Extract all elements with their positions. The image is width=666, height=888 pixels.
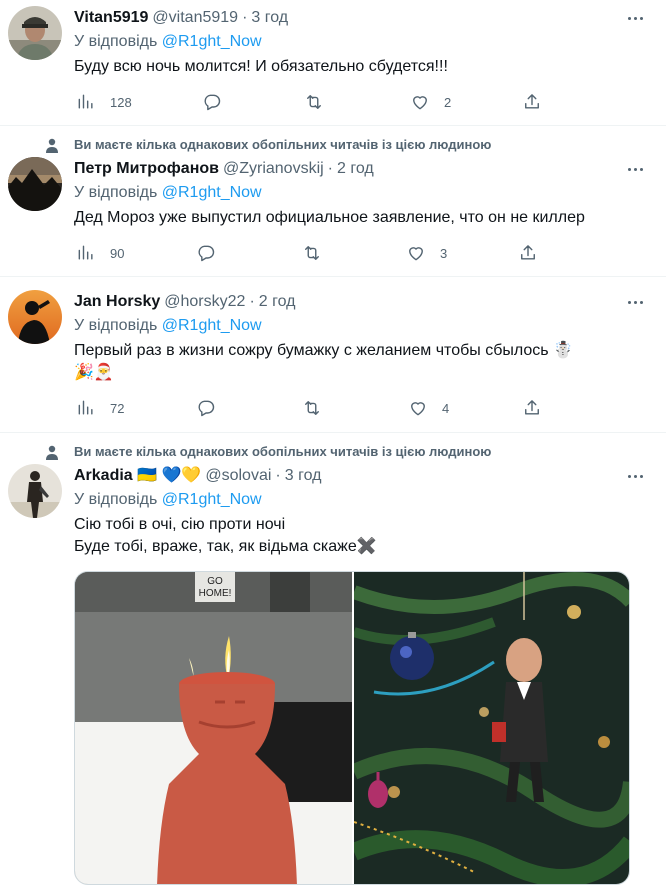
separator-dot: · — [275, 467, 281, 484]
likes-count: 4 — [442, 400, 450, 416]
reply-context: У відповідь @R1ght_Now — [74, 183, 646, 203]
display-name[interactable]: Jan Horsky — [74, 292, 160, 312]
retweet-icon — [305, 246, 319, 260]
retweet-icon — [305, 401, 319, 415]
retweet-icon — [307, 95, 321, 109]
share-button[interactable] — [522, 92, 542, 112]
tweet-actions: 72 4 — [74, 398, 554, 418]
tweet-text: Буду всю ночь молится! И обязательно сбу… — [74, 58, 448, 75]
share-upload-icon — [525, 400, 539, 415]
bar-chart-icon — [78, 400, 93, 415]
tweet-text-line: 🎉🎅 — [74, 364, 114, 381]
media-image-ornament[interactable] — [350, 572, 629, 884]
tweet-solovai[interactable]: Ви маєте кілька однакових обопільних чит… — [0, 434, 666, 888]
reply-button[interactable] — [202, 92, 222, 112]
heart-icon — [413, 96, 427, 110]
retweet-button[interactable] — [304, 92, 324, 112]
timestamp[interactable]: 3 год — [285, 466, 322, 486]
avatar[interactable] — [8, 6, 62, 60]
tweet-text: Дед Мороз уже выпустил официальное заявл… — [74, 209, 585, 226]
reply-bubble-icon — [198, 400, 215, 417]
reply-prefix: У відповідь — [74, 184, 158, 201]
tweet-text-line: Первый раз в жизни сожру бумажку с желан… — [74, 342, 573, 359]
more-dots-icon[interactable] — [624, 466, 646, 486]
likes-count: 2 — [444, 94, 452, 110]
reply-button[interactable] — [196, 398, 216, 418]
user-handle[interactable]: @Zyrianovskij — [223, 159, 324, 179]
reply-prefix: У відповідь — [74, 33, 158, 50]
reply-prefix: У відповідь — [74, 491, 158, 508]
reply-mention-link[interactable]: @R1ght_Now — [162, 33, 262, 50]
tweet-text: Сію тобі в очі, сію проти ночі Буде тобі… — [74, 514, 646, 558]
views-count: 128 — [110, 94, 132, 110]
separator-dot: · — [242, 9, 248, 26]
timestamp[interactable]: 3 год — [251, 8, 288, 28]
retweet-button[interactable] — [302, 398, 322, 418]
tweet-actions: 90 3 — [74, 243, 554, 263]
tweet-text-line: Сію тобі в очі, сію проти ночі — [74, 516, 286, 533]
tweet-actions: 128 2 — [74, 92, 554, 112]
tweet-zyrianovskij[interactable]: Ви маєте кілька однакових обопільних чит… — [0, 127, 666, 277]
views-button[interactable]: 72 — [76, 398, 124, 418]
person-icon — [46, 445, 58, 460]
tweet-text-line: Буде тобі, враже, так, як відьма скаже✖️ — [74, 538, 377, 555]
media-image-candle[interactable]: GO HOME! — [75, 572, 352, 884]
bar-chart-icon — [78, 94, 93, 109]
social-context: Ви маєте кілька однакових обопільних чит… — [0, 135, 666, 155]
tweet-text: Первый раз в жизни сожру бумажку с желан… — [74, 340, 646, 384]
reply-mention-link[interactable]: @R1ght_Now — [162, 317, 262, 334]
bar-chart-icon — [78, 245, 93, 260]
reply-context: У відповідь @R1ght_Now — [74, 32, 646, 52]
share-upload-icon — [525, 94, 539, 109]
share-button[interactable] — [518, 243, 538, 263]
timestamp[interactable]: 2 год — [259, 292, 296, 312]
media-grid: GO HOME! — [74, 571, 630, 885]
user-handle[interactable]: @horsky22 — [164, 292, 245, 312]
user-handle[interactable]: @solovai — [205, 466, 271, 486]
reply-mention-link[interactable]: @R1ght_Now — [162, 491, 262, 508]
more-dots-icon[interactable] — [624, 159, 646, 179]
share-upload-icon — [521, 245, 535, 260]
views-count: 90 — [110, 245, 125, 261]
like-button[interactable]: 3 — [406, 243, 447, 263]
views-button[interactable]: 90 — [76, 243, 124, 263]
display-name[interactable]: Arkadia 🇺🇦 💙💛 — [74, 466, 201, 486]
social-context-text: Ви маєте кілька однакових обопільних чит… — [74, 444, 492, 459]
reply-button[interactable] — [196, 243, 216, 263]
separator-dot: · — [327, 160, 333, 177]
views-count: 72 — [110, 400, 125, 416]
like-button[interactable]: 2 — [410, 92, 451, 112]
social-context: Ви маєте кілька однакових обопільних чит… — [0, 442, 666, 462]
person-icon — [46, 138, 58, 153]
reply-bubble-icon — [198, 245, 215, 262]
reply-prefix: У відповідь — [74, 317, 158, 334]
heart-icon — [411, 402, 425, 416]
sign-text: HOME! — [199, 588, 232, 599]
display-name[interactable]: Петр Митрофанов — [74, 159, 219, 179]
reply-context: У відповідь @R1ght_Now — [74, 490, 646, 510]
reply-mention-link[interactable]: @R1ght_Now — [162, 184, 262, 201]
tweet-horsky22[interactable]: Jan Horsky @horsky22 · 2 год У відповідь… — [0, 278, 666, 433]
sign-text: GO — [207, 576, 223, 587]
views-button[interactable]: 128 — [76, 92, 132, 112]
reply-bubble-icon — [204, 94, 221, 111]
user-handle[interactable]: @vitan5919 — [152, 8, 238, 28]
tweet-vitan5919[interactable]: Vitan5919 @vitan5919 · 3 год У відповідь… — [0, 0, 666, 126]
heart-icon — [409, 247, 423, 261]
likes-count: 3 — [440, 245, 448, 261]
timestamp[interactable]: 2 год — [337, 159, 374, 179]
retweet-button[interactable] — [302, 243, 322, 263]
display-name[interactable]: Vitan5919 — [74, 8, 148, 28]
more-dots-icon[interactable] — [624, 292, 646, 312]
like-button[interactable]: 4 — [408, 398, 449, 418]
avatar[interactable] — [8, 290, 62, 344]
reply-context: У відповідь @R1ght_Now — [74, 316, 646, 336]
avatar[interactable] — [8, 464, 62, 518]
share-button[interactable] — [522, 398, 542, 418]
social-context-text: Ви маєте кілька однакових обопільних чит… — [74, 137, 492, 152]
more-dots-icon[interactable] — [624, 8, 646, 28]
separator-dot: · — [249, 293, 255, 310]
avatar[interactable] — [8, 157, 62, 211]
